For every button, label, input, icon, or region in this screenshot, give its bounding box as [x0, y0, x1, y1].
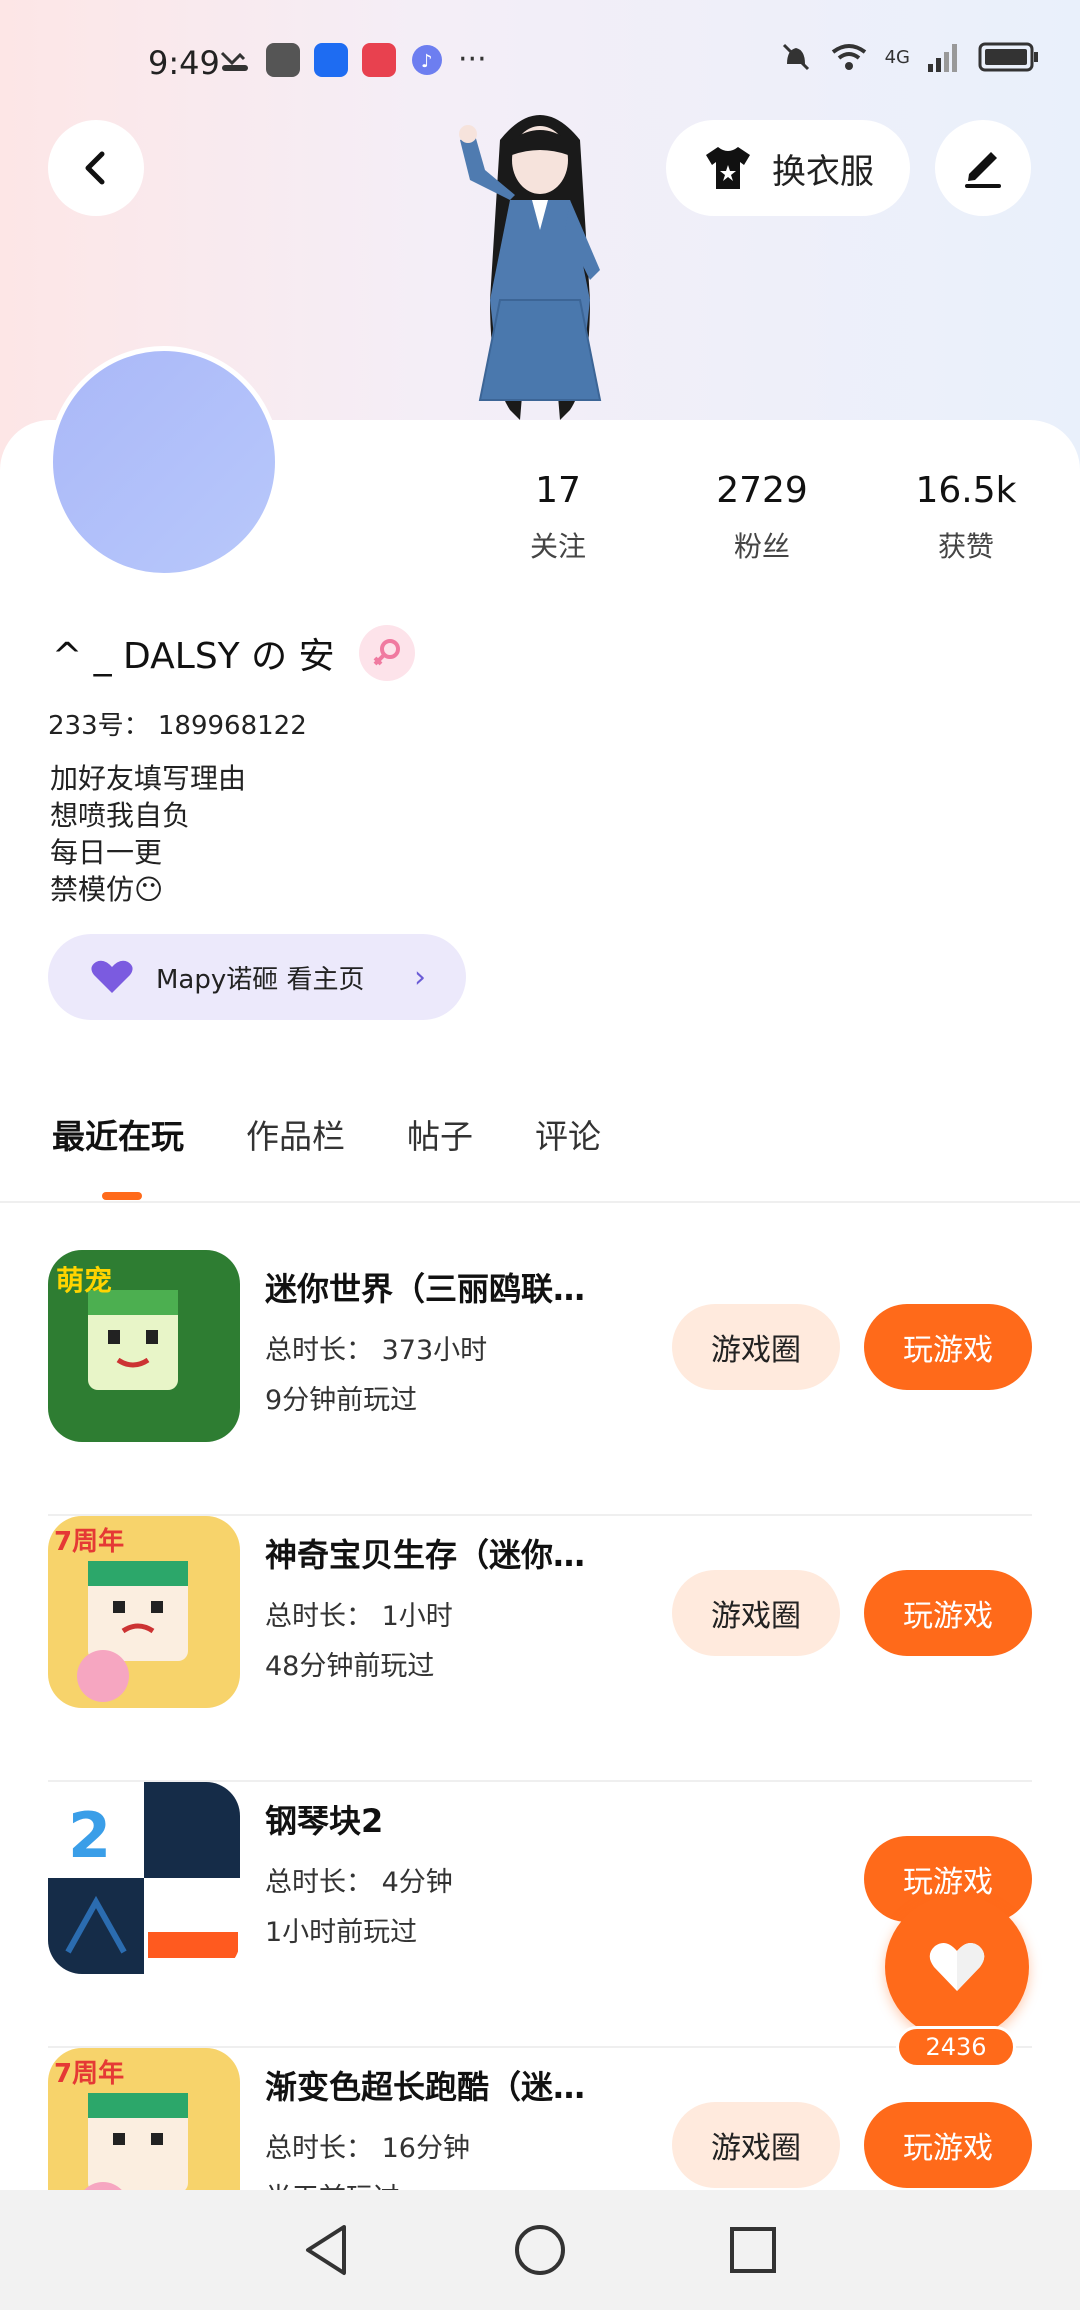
tabs-divider — [0, 1201, 1080, 1203]
username-row: ^ _ DALSY の 安 — [52, 625, 415, 681]
linked-homepage-label: Mapy诺砸 看主页 — [156, 964, 365, 995]
bio-line: 想喷我自负 — [50, 799, 191, 832]
svg-text:♪: ♪ — [421, 51, 433, 72]
triangle-back-icon — [305, 2225, 346, 2275]
game-title[interactable]: 渐变色超长跑酷（迷… — [265, 2062, 630, 2108]
list-item[interactable]: 7周年 神奇宝贝生存（迷你… 总时长： 1小时 48分钟前玩过 游戏圈 玩游戏 — [0, 1516, 1080, 1782]
bio: 加好友填写理由 想喷我自负 每日一更 禁模仿😶 — [50, 760, 246, 908]
stat-likes-value: 16.5k — [915, 470, 1017, 511]
stat-followers-value: 2729 — [716, 470, 808, 511]
list-item[interactable]: 萌宠 迷你世界（三丽鸥联… 总时长： 373小时 9分钟前玩过 游戏圈 玩游戏 — [0, 1250, 1080, 1516]
like-count-badge: 2436 — [896, 2026, 1016, 2068]
stat-followers-label: 粉丝 — [733, 530, 790, 563]
linked-homepage-button[interactable]: Mapy诺砸 看主页 › — [48, 934, 466, 1020]
game-duration: 总时长： 4分钟 — [265, 1867, 453, 1898]
username: ^ _ DALSY の 安 — [52, 636, 335, 677]
change-outfit-button[interactable]: 换衣服 — [666, 120, 910, 216]
book-app-icon — [362, 42, 396, 77]
game-circle-button[interactable]: 游戏圈 — [672, 1304, 840, 1390]
female-icon — [373, 639, 400, 666]
nav-recents-button[interactable] — [723, 2220, 783, 2280]
stat-following[interactable]: 17 关注 — [478, 470, 638, 565]
wifi-icon — [831, 44, 866, 70]
stat-following-label: 关注 — [529, 530, 586, 563]
huawei-app-icon — [266, 42, 300, 77]
tab-works[interactable]: 作品栏 — [246, 1110, 345, 1158]
tshirt-icon — [706, 147, 750, 189]
game-last-played: 48分钟前玩过 — [265, 1651, 435, 1682]
square-recents-icon — [730, 2227, 777, 2273]
game-circle-button[interactable]: 游戏圈 — [672, 2102, 840, 2188]
missed-call-icon — [220, 51, 248, 71]
chevron-left-icon — [85, 151, 105, 185]
notification-icons: ♪ ··· — [218, 42, 487, 77]
game-icon-badge: 2 — [68, 1799, 111, 1872]
play-game-button[interactable]: 玩游戏 — [864, 1304, 1032, 1390]
system-navigation-bar — [0, 2190, 1080, 2310]
chevron-right-icon: › — [414, 959, 426, 995]
pen-icon — [965, 152, 1001, 188]
game-last-played: 9分钟前玩过 — [265, 1385, 418, 1416]
network-type-label: 4G — [884, 46, 910, 68]
profile-tabs: 最近在玩 作品栏 帖子 评论 — [52, 1110, 601, 1200]
tab-posts[interactable]: 帖子 — [407, 1110, 473, 1158]
play-game-button[interactable]: 玩游戏 — [864, 1570, 1032, 1656]
tab-comments[interactable]: 评论 — [535, 1110, 601, 1158]
game-icon-badge: 7周年 — [54, 2058, 124, 2089]
mute-bell-icon — [782, 43, 809, 71]
profile-stats: 17 关注 2729 粉丝 16.5k 获赞 — [0, 470, 1080, 570]
like-button[interactable] — [885, 1895, 1029, 2039]
change-outfit-label: 换衣服 — [772, 151, 874, 192]
bio-line: 每日一更 — [50, 836, 163, 869]
user-id: 233号： 189968122 — [48, 711, 307, 741]
stat-likes-label: 获赞 — [937, 530, 994, 563]
stat-followers[interactable]: 2729 粉丝 — [682, 470, 842, 565]
battery-icon — [978, 42, 1038, 72]
edit-profile-button[interactable] — [935, 120, 1031, 216]
more-notifications-icon: ··· — [458, 42, 487, 77]
status-time: 9:49 — [148, 44, 220, 82]
heart-icon — [929, 1942, 985, 1991]
nav-back-button[interactable] — [297, 2220, 357, 2280]
music-icon: ♪ — [412, 44, 442, 75]
tab-recently-played[interactable]: 最近在玩 — [52, 1110, 184, 1200]
character-avatar-image — [459, 115, 602, 420]
stat-likes[interactable]: 16.5k 获赞 — [886, 470, 1046, 565]
game-icon-badge: 萌宠 — [56, 1264, 112, 1297]
system-status-icons: 4G — [779, 40, 1040, 74]
game-title[interactable]: 钢琴块2 — [265, 1796, 630, 1842]
lightbulb-app-icon — [314, 42, 348, 77]
play-game-button[interactable]: 玩游戏 — [864, 2102, 1032, 2188]
signal-icon — [928, 44, 957, 72]
game-icon: 萌宠 — [48, 1250, 240, 1442]
game-title[interactable]: 迷你世界（三丽鸥联… — [265, 1264, 630, 1310]
back-button[interactable] — [48, 120, 144, 216]
game-title[interactable]: 神奇宝贝生存（迷你… — [265, 1530, 630, 1576]
circle-home-icon — [514, 2225, 565, 2275]
game-duration: 总时长： 1小时 — [265, 1601, 453, 1632]
bio-line: 加好友填写理由 — [50, 762, 247, 795]
stat-following-value: 17 — [535, 470, 581, 511]
nav-home-button[interactable] — [510, 2220, 570, 2280]
heart-icon — [91, 960, 133, 993]
game-icon: 2 — [48, 1782, 240, 1974]
game-circle-button[interactable]: 游戏圈 — [672, 1570, 840, 1656]
game-duration: 总时长： 373小时 — [265, 1335, 488, 1366]
game-duration: 总时长： 16分钟 — [265, 2133, 470, 2164]
game-icon: 7周年 — [48, 1516, 240, 1708]
bio-line: 禁模仿😶 — [50, 873, 164, 906]
game-icon-badge: 7周年 — [54, 1526, 124, 1557]
gender-badge — [358, 625, 415, 681]
game-last-played: 1小时前玩过 — [265, 1917, 418, 1948]
